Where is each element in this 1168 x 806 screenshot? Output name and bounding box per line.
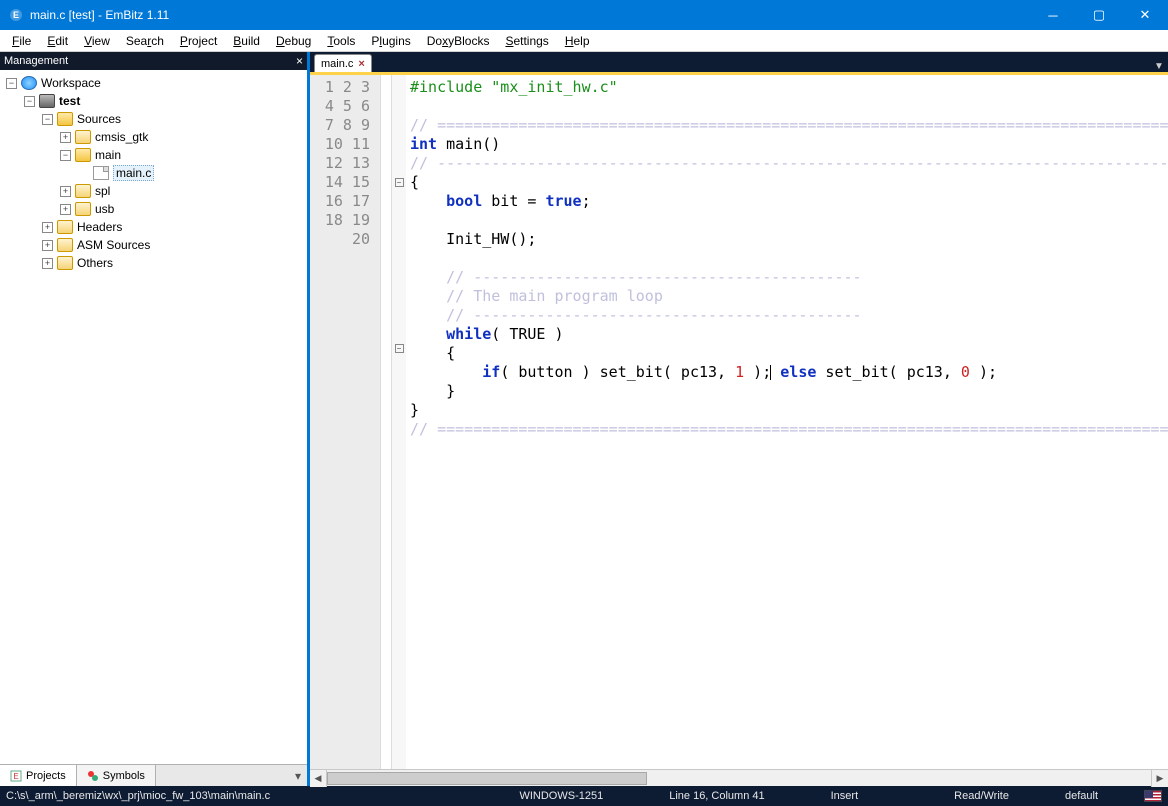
menu-bar: File Edit View Search Project Build Debu… <box>0 30 1168 52</box>
svg-text:E: E <box>13 772 18 781</box>
status-readwrite: Read/Write <box>954 790 1009 802</box>
editor-area: main.c × ▼ 1 2 3 4 5 6 7 8 9 10 11 12 13… <box>310 52 1168 786</box>
tree-expander[interactable]: − <box>42 114 53 125</box>
tree-expander[interactable]: + <box>42 222 53 233</box>
svg-text:E: E <box>13 10 19 20</box>
horizontal-scrollbar[interactable]: ◀ ▶ <box>310 769 1168 786</box>
status-bar: C:\s\_arm\_beremiz\wx\_prj\mioc_fw_103\m… <box>0 786 1168 806</box>
scrollbar-thumb[interactable] <box>327 772 647 785</box>
menu-settings[interactable]: Settings <box>497 32 556 50</box>
status-encoding: WINDOWS-1251 <box>519 790 603 802</box>
tree-spl[interactable]: spl <box>95 184 110 198</box>
tree-main-folder[interactable]: main <box>95 148 121 162</box>
menu-help[interactable]: Help <box>557 32 598 50</box>
editor-tab-label: main.c <box>321 58 353 70</box>
window-close-button[interactable]: ✕ <box>1122 0 1168 30</box>
file-icon <box>93 166 109 180</box>
tab-symbols-label: Symbols <box>103 770 145 782</box>
tree-main-c[interactable]: main.c <box>113 165 154 181</box>
tree-others[interactable]: Others <box>77 256 113 270</box>
language-flag-icon[interactable] <box>1144 790 1162 802</box>
line-number-gutter: 1 2 3 4 5 6 7 8 9 10 11 12 13 14 15 16 1… <box>310 75 380 769</box>
folder-icon <box>75 130 91 144</box>
symbols-icon <box>87 770 99 782</box>
editor-tabs: main.c × ▼ <box>310 52 1168 72</box>
change-marker-gutter <box>380 75 392 769</box>
folder-icon <box>57 220 73 234</box>
window-maximize-button[interactable]: ▢ <box>1076 0 1122 30</box>
menu-search[interactable]: Search <box>118 32 172 50</box>
tree-project[interactable]: test <box>59 94 80 108</box>
tree-expander[interactable]: + <box>42 258 53 269</box>
tree-expander[interactable]: + <box>60 132 71 143</box>
tab-projects-label: Projects <box>26 770 66 782</box>
folder-icon <box>75 202 91 216</box>
panel-title: Management <box>4 55 68 67</box>
folder-icon <box>57 238 73 252</box>
folder-icon <box>57 256 73 270</box>
side-tabs-dropdown[interactable]: ▾ <box>289 765 307 786</box>
menu-build[interactable]: Build <box>225 32 268 50</box>
menu-edit[interactable]: Edit <box>39 32 76 50</box>
tab-symbols[interactable]: Symbols <box>77 765 156 786</box>
management-panel: Management × −Workspace −test −Sources +… <box>0 52 310 786</box>
panel-header: Management × <box>0 52 307 70</box>
menu-plugins[interactable]: Plugins <box>363 32 418 50</box>
side-tabs: E Projects Symbols ▾ <box>0 764 307 786</box>
status-profile: default <box>1065 790 1098 802</box>
status-filepath: C:\s\_arm\_beremiz\wx\_prj\mioc_fw_103\m… <box>6 790 270 802</box>
fold-toggle[interactable]: − <box>395 178 404 187</box>
menu-debug[interactable]: Debug <box>268 32 319 50</box>
folder-icon <box>75 184 91 198</box>
fold-gutter: − − <box>392 75 406 769</box>
tab-close-icon[interactable]: × <box>358 58 364 70</box>
tree-sources[interactable]: Sources <box>77 112 121 126</box>
tree-headers[interactable]: Headers <box>77 220 122 234</box>
fold-toggle[interactable]: − <box>395 344 404 353</box>
menu-view[interactable]: View <box>76 32 118 50</box>
window-minimize-button[interactable]: ─ <box>1030 0 1076 30</box>
folder-icon <box>57 112 73 126</box>
tree-usb[interactable]: usb <box>95 202 114 216</box>
window-title: main.c [test] - EmBitz 1.11 <box>30 8 1030 22</box>
panel-close-icon[interactable]: × <box>296 54 303 68</box>
tree-workspace[interactable]: Workspace <box>41 76 101 90</box>
tree-expander[interactable]: + <box>60 186 71 197</box>
editor-tabs-dropdown[interactable]: ▼ <box>1150 61 1168 72</box>
menu-file[interactable]: File <box>4 32 39 50</box>
tree-expander[interactable]: − <box>60 150 71 161</box>
menu-tools[interactable]: Tools <box>319 32 363 50</box>
scroll-left-icon[interactable]: ◀ <box>310 770 327 787</box>
tree-expander[interactable]: − <box>24 96 35 107</box>
status-cursor-pos: Line 16, Column 41 <box>669 790 764 802</box>
tree-expander[interactable]: + <box>42 240 53 251</box>
project-icon <box>39 94 55 108</box>
status-insert-mode: Insert <box>831 790 859 802</box>
menu-doxyblocks[interactable]: DoxyBlocks <box>419 32 498 50</box>
tree-expander[interactable]: − <box>6 78 17 89</box>
window-titlebar: E main.c [test] - EmBitz 1.11 ─ ▢ ✕ <box>0 0 1168 30</box>
menu-project[interactable]: Project <box>172 32 225 50</box>
code-editor[interactable]: #include "mx_init_hw.c" // =============… <box>406 75 1168 769</box>
scroll-right-icon[interactable]: ▶ <box>1151 770 1168 787</box>
project-tree[interactable]: −Workspace −test −Sources +cmsis_gtk −ma… <box>0 70 307 764</box>
tree-expander[interactable]: + <box>60 204 71 215</box>
projects-icon: E <box>10 770 22 782</box>
editor-tab-main-c[interactable]: main.c × <box>314 54 372 72</box>
tree-cmsis[interactable]: cmsis_gtk <box>95 130 148 144</box>
tab-projects[interactable]: E Projects <box>0 765 77 786</box>
folder-icon <box>75 148 91 162</box>
app-icon: E <box>8 7 24 23</box>
workspace-icon <box>21 76 37 90</box>
tree-asm[interactable]: ASM Sources <box>77 238 150 252</box>
